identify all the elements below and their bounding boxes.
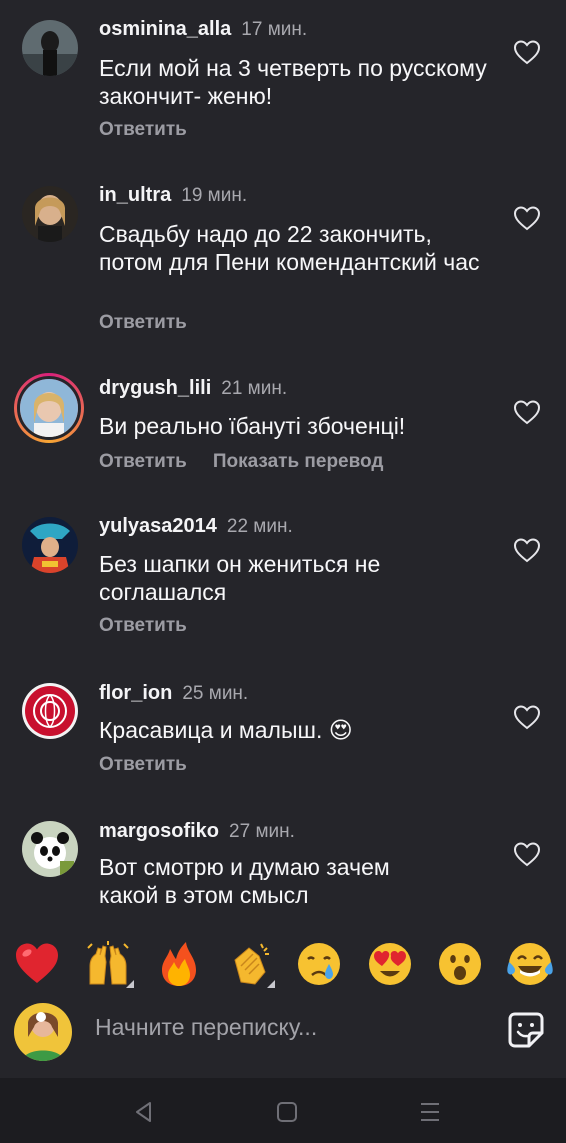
- comment-input[interactable]: Начните переписку...: [95, 1014, 317, 1041]
- heart-icon[interactable]: [513, 537, 541, 563]
- user-avatar: [14, 1003, 72, 1061]
- heart-reaction-icon[interactable]: [13, 940, 61, 988]
- heart-icon[interactable]: [513, 399, 541, 425]
- heart-icon[interactable]: [513, 39, 541, 65]
- crying-face-reaction-icon[interactable]: [295, 940, 343, 988]
- heart-icon[interactable]: [513, 205, 541, 231]
- username[interactable]: drygush_lili 21 мин.: [99, 377, 287, 400]
- back-icon[interactable]: [130, 1098, 158, 1126]
- timestamp: 17 мин.: [241, 19, 308, 40]
- reply-button[interactable]: Ответить: [99, 615, 187, 636]
- username[interactable]: margosofiko 27 мин.: [99, 820, 295, 843]
- comment-text: Вот смотрю и думаю зачем какой в этом см…: [99, 854, 390, 908]
- fire-reaction-icon[interactable]: [155, 940, 203, 988]
- comment: yulyasa2014 22 мин. Без шапки он жениться…: [0, 505, 566, 675]
- raising-hands-reaction-icon[interactable]: [84, 940, 132, 988]
- comment: margosofiko 27 мин. Вот смотрю и думаю за…: [0, 815, 566, 922]
- heart-icon[interactable]: [513, 704, 541, 730]
- timestamp: 19 мин.: [181, 185, 248, 206]
- username[interactable]: osminina_alla 17 мин.: [99, 18, 307, 41]
- comment-text: Свадьбу надо до 22 закончить, потом для …: [99, 221, 480, 275]
- avatar-story-ring[interactable]: [14, 373, 84, 443]
- comment: drygush_lili 21 мин. Ви реально їбануті з…: [0, 365, 566, 505]
- reply-button[interactable]: Ответить: [99, 119, 187, 140]
- avatar[interactable]: [22, 517, 78, 573]
- comment-text: Красавица и малыш. 😍: [99, 717, 353, 743]
- system-navigation-bar: [0, 1078, 566, 1143]
- timestamp: 21 мин.: [221, 378, 288, 399]
- comment: in_ultra 19 мин. Свадьбу надо до 22 закон…: [0, 170, 566, 365]
- message-composer: Начните переписку...: [0, 1000, 566, 1078]
- avatar[interactable]: [22, 821, 78, 877]
- reply-button[interactable]: Ответить: [99, 754, 187, 775]
- home-icon[interactable]: [273, 1098, 301, 1126]
- comment-actions: Ответить: [99, 754, 213, 776]
- menu-icon[interactable]: [416, 1098, 444, 1126]
- reply-button[interactable]: Ответить: [99, 312, 187, 333]
- show-translation-button[interactable]: Показать перевод: [213, 451, 384, 472]
- username-text[interactable]: osminina_alla: [99, 18, 231, 40]
- variants-indicator: [126, 980, 134, 988]
- username-text[interactable]: yulyasa2014: [99, 515, 217, 537]
- avatar[interactable]: [22, 683, 78, 739]
- username[interactable]: in_ultra 19 мин.: [99, 184, 247, 207]
- comment-actions: Ответить: [99, 312, 213, 334]
- username-text[interactable]: drygush_lili: [99, 377, 211, 399]
- timestamp: 25 мин.: [182, 683, 249, 704]
- avatar[interactable]: [22, 186, 78, 242]
- username-text[interactable]: margosofiko: [99, 820, 219, 842]
- username[interactable]: yulyasa2014 22 мин.: [99, 515, 293, 538]
- avatar[interactable]: [22, 20, 78, 76]
- username-text[interactable]: flor_ion: [99, 682, 172, 704]
- username-text[interactable]: in_ultra: [99, 184, 171, 206]
- comment-actions: Ответить: [99, 615, 213, 637]
- surprised-face-reaction-icon[interactable]: [436, 940, 484, 988]
- username[interactable]: flor_ion 25 мин.: [99, 682, 248, 705]
- comment-text: Если мой на 3 четверть по русскому закон…: [99, 55, 487, 109]
- heart-eyes-reaction-icon[interactable]: [366, 940, 414, 988]
- quick-reactions-bar: [0, 922, 566, 1002]
- reply-button[interactable]: Ответить: [99, 451, 187, 472]
- comment-actions: Ответить Показать перевод: [99, 451, 409, 473]
- sticker-icon[interactable]: [507, 1011, 545, 1049]
- comments-list[interactable]: osminina_alla 17 мин. Если мой на 3 четве…: [0, 0, 566, 922]
- comment-text: Ви реально їбануті збоченці!: [99, 413, 406, 439]
- clapping-hands-reaction-icon[interactable]: [225, 940, 273, 988]
- comment: flor_ion 25 мин. Красавица и малыш. 😍 Отв…: [0, 675, 566, 815]
- timestamp: 27 мин.: [229, 821, 295, 842]
- timestamp: 22 мин.: [226, 516, 293, 537]
- variants-indicator: [267, 980, 275, 988]
- heart-icon[interactable]: [513, 841, 541, 867]
- comment-actions: Ответить: [99, 119, 213, 141]
- tears-of-joy-reaction-icon[interactable]: [506, 940, 554, 988]
- comment-text: Без шапки он жениться не соглашался: [99, 551, 381, 605]
- comment: osminina_alla 17 мин. Если мой на 3 четве…: [0, 0, 566, 170]
